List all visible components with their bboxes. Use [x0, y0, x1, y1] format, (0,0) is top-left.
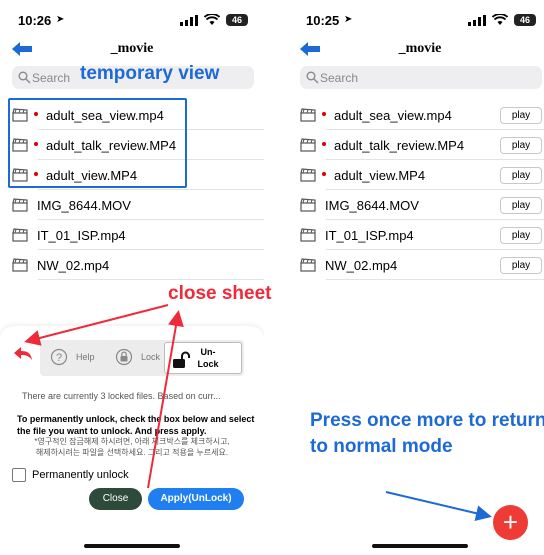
file-name: NW_02.mp4 [37, 258, 110, 273]
unlock-button[interactable]: Un- Lock [164, 342, 242, 374]
temporary-view-annotation: temporary view [80, 63, 220, 84]
permanently-unlock-option[interactable]: Permanently unlock [12, 468, 129, 482]
home-indicator [84, 544, 180, 548]
file-row[interactable]: IMG_8644.MOV play [288, 190, 544, 220]
clapperboard-icon [300, 138, 316, 152]
lock-icon [115, 348, 133, 366]
right-screen: 10:25 ➤ 46 _movie Search adult_sea_view.… [288, 0, 544, 555]
unlock-sheet: ? Help Lock Un- Lock There are currently… [0, 326, 264, 555]
search-bar[interactable]: Search [300, 66, 542, 89]
close-sheet-annotation: close sheet [168, 283, 272, 304]
clapperboard-icon [12, 228, 28, 242]
play-button[interactable]: play [500, 197, 542, 214]
permanently-unlock-checkbox[interactable] [12, 468, 26, 482]
permanently-unlock-label: Permanently unlock [32, 469, 129, 481]
unlock-icon [173, 351, 190, 368]
file-row[interactable]: IMG_8644.MOV [0, 190, 264, 220]
locked-files-info: There are currently 3 locked files. Base… [22, 391, 221, 401]
play-button[interactable]: play [500, 257, 542, 274]
help-icon: ? [50, 348, 68, 366]
locked-dot [322, 142, 326, 146]
apply-unlock-button[interactable]: Apply(UnLock) [148, 488, 244, 510]
location-icon: ➤ [56, 14, 65, 25]
close-button[interactable]: Close [89, 488, 142, 510]
play-button[interactable]: play [500, 137, 542, 154]
unlock-label-line1: Un- [200, 347, 216, 357]
clapperboard-icon [300, 108, 316, 122]
status-time: 10:26 [18, 13, 52, 28]
nav-title: _movie [398, 41, 442, 56]
clapperboard-icon [300, 198, 316, 212]
wifi-icon [492, 14, 508, 25]
temporary-view-highlight [8, 98, 187, 188]
file-row[interactable]: IT_01_ISP.mp4 [0, 220, 264, 250]
unlock-label-line2: Lock [197, 359, 219, 369]
clapperboard-icon [300, 258, 316, 272]
help-button[interactable]: ? Help [50, 348, 95, 371]
search-icon [18, 71, 31, 84]
file-name: IT_01_ISP.mp4 [37, 228, 126, 243]
clapperboard-icon [12, 198, 28, 212]
file-row[interactable]: adult_sea_view.mp4 play [288, 100, 544, 130]
press-once-annotation: Press once more to return to normal mode [310, 410, 544, 457]
file-row[interactable]: adult_talk_review.MP4 play [288, 130, 544, 160]
signal-icon [468, 15, 486, 26]
location-icon: ➤ [344, 14, 353, 25]
file-row[interactable]: NW_02.mp4 play [288, 250, 544, 280]
file-name: IMG_8644.MOV [37, 198, 131, 213]
wifi-icon [204, 14, 220, 25]
lock-label: Lock [141, 352, 161, 362]
add-fab-button[interactable]: + [493, 505, 528, 540]
clapperboard-icon [300, 228, 316, 242]
file-row[interactable]: IT_01_ISP.mp4 play [288, 220, 544, 250]
status-time: 10:25 [306, 13, 340, 28]
status-bar: 10:25 ➤ 46 [288, 0, 544, 40]
play-button[interactable]: play [500, 227, 542, 244]
undo-arrow-icon[interactable] [12, 344, 34, 362]
korean-line-2: 해제하시려는 파일을 선택하세요. 그리고 적용을 누르세요. [35, 448, 229, 457]
file-name: IT_01_ISP.mp4 [325, 228, 414, 243]
unlock-instruction: To permanently unlock, check the box bel… [17, 414, 255, 436]
korean-instruction: *영구적인 잠금해제 하시려면, 아래 체크박스를 체크하시고, 해제하시려는 … [0, 436, 264, 458]
file-name: adult_talk_review.MP4 [334, 138, 465, 153]
sheet-toolbar: ? Help Lock Un- Lock [40, 340, 244, 376]
search-placeholder: Search [32, 71, 71, 85]
lock-button[interactable]: Lock [115, 348, 160, 371]
status-bar: 10:26 ➤ 46 [0, 0, 264, 40]
signal-icon [180, 15, 198, 26]
left-screen: 10:26 ➤ 46 _movie Search adult_sea_view.… [0, 0, 264, 555]
file-name: adult_sea_view.mp4 [334, 108, 452, 123]
korean-line-1: *영구적인 잠금해제 하시려면, 아래 체크박스를 체크하시고, [34, 437, 230, 446]
help-label: Help [76, 352, 95, 362]
locked-dot [322, 172, 326, 176]
battery-icon: 46 [226, 14, 248, 26]
play-button[interactable]: play [500, 107, 542, 124]
locked-dot [322, 112, 326, 116]
search-placeholder: Search [320, 71, 359, 85]
clapperboard-icon [12, 258, 28, 272]
battery-icon: 46 [514, 14, 536, 26]
file-row[interactable]: adult_view.MP4 play [288, 160, 544, 190]
clapperboard-icon [300, 168, 316, 182]
home-indicator [372, 544, 468, 548]
play-button[interactable]: play [500, 167, 542, 184]
unlock-label: Un- Lock [195, 346, 221, 370]
file-name: IMG_8644.MOV [325, 198, 419, 213]
file-name: NW_02.mp4 [325, 258, 398, 273]
file-row[interactable]: NW_02.mp4 [0, 250, 264, 280]
nav-title: _movie [110, 41, 154, 56]
svg-text:?: ? [56, 352, 62, 364]
search-icon [306, 71, 319, 84]
file-name: adult_view.MP4 [334, 168, 426, 183]
file-list: adult_sea_view.mp4 play adult_talk_revie… [288, 100, 544, 280]
